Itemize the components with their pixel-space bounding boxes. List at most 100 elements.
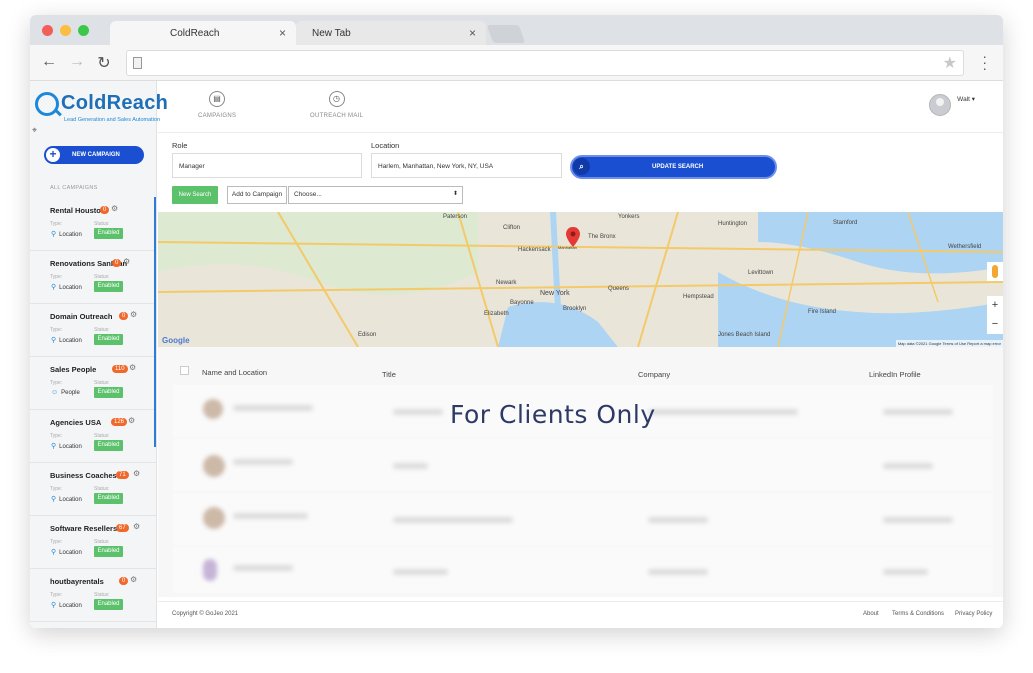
- column-header[interactable]: Name and Location: [202, 368, 267, 377]
- campaign-item[interactable]: Software Resellers 67 ⚙ Type: Status: ⚲ Locati…: [30, 516, 157, 569]
- campaign-item[interactable]: Rental Houston 0 ⚙ Type: Status: ⚲ Location Ena…: [30, 198, 157, 251]
- campaign-count-badge: 110: [112, 365, 128, 373]
- gear-icon[interactable]: ⚙: [111, 204, 118, 213]
- table-row[interactable]: [173, 439, 993, 491]
- status-badge[interactable]: Enabled: [94, 440, 123, 451]
- campaign-item[interactable]: Sales People 110 ⚙ Type: Status: ☺ People Enabl…: [30, 357, 157, 410]
- maximize-window-button[interactable]: [78, 25, 89, 36]
- campaign-type: ⚲ Location: [51, 283, 82, 291]
- status-badge[interactable]: Enabled: [94, 334, 123, 345]
- redacted-text: [648, 517, 708, 523]
- watermark-text: For Clients Only: [450, 400, 656, 429]
- gear-icon[interactable]: ⚙: [133, 469, 140, 478]
- nav-campaigns[interactable]: ▤ CAMPAIGNS: [198, 91, 236, 119]
- avatar: [203, 455, 225, 477]
- address-bar[interactable]: ★: [126, 50, 964, 76]
- campaign-type-label: People: [61, 390, 80, 396]
- column-header[interactable]: Company: [638, 370, 670, 379]
- campaign-type: ☺ People: [51, 389, 80, 396]
- column-header[interactable]: LinkedIn Profile: [869, 370, 921, 379]
- avatar[interactable]: [929, 94, 951, 116]
- role-input[interactable]: Manager: [172, 153, 362, 178]
- campaign-type-label: Location: [59, 497, 82, 503]
- status-badge[interactable]: Enabled: [94, 599, 123, 610]
- redacted-text: [648, 409, 798, 415]
- bookmark-star-icon[interactable]: ★: [943, 53, 957, 73]
- close-window-button[interactable]: [42, 25, 53, 36]
- new-campaign-button[interactable]: + NEW CAMPAIGN: [44, 146, 144, 164]
- gear-icon[interactable]: ⚙: [123, 257, 130, 266]
- campaign-type: ⚲ Location: [51, 548, 82, 556]
- status-badge[interactable]: Enabled: [94, 387, 123, 398]
- footer-link-terms[interactable]: Terms & Conditions: [892, 611, 944, 617]
- nav-outreach-mail[interactable]: ◷ OUTREACH MAIL: [310, 91, 363, 119]
- status-label: Status:: [94, 539, 110, 545]
- type-label: Type:: [50, 433, 63, 439]
- campaign-item[interactable]: Renovations SanFran 0 ⚙ Type: Status: ⚲ Locati…: [30, 251, 157, 304]
- street-view-pegman-icon[interactable]: [987, 262, 1003, 281]
- table-row[interactable]: [173, 547, 993, 593]
- status-badge[interactable]: Enabled: [94, 228, 123, 239]
- gear-icon[interactable]: ⚙: [128, 416, 135, 425]
- sidebar: ColdReach Lead Generation and Sales Auto…: [30, 81, 168, 628]
- map-label: Yonkers: [618, 214, 640, 220]
- minimize-window-button[interactable]: [60, 25, 71, 36]
- sidebar-scrollbar[interactable]: [154, 197, 156, 447]
- add-to-campaign-button[interactable]: Add to Campaign: [227, 186, 287, 204]
- zoom-out-button[interactable]: −: [987, 315, 1003, 334]
- campaign-item[interactable]: Domain Outreach 0 ⚙ Type: Status: ⚲ Location En…: [30, 304, 157, 357]
- map-attribution[interactable]: Map data ©2021 Google Terms of Use Repor…: [895, 340, 1003, 347]
- map-label: Wethersfield: [948, 244, 982, 250]
- redacted-text: [233, 513, 308, 519]
- new-search-button[interactable]: New Search: [172, 186, 218, 204]
- table-row[interactable]: [173, 493, 993, 545]
- logo[interactable]: ColdReach Lead Generation and Sales Auto…: [33, 89, 168, 129]
- campaign-type-label: Location: [59, 444, 82, 450]
- location-input[interactable]: Harlem, Manhattan, New York, NY, USA: [371, 153, 562, 178]
- campaign-select[interactable]: Choose... ⬍: [288, 186, 463, 204]
- user-menu[interactable]: Walt ▾: [957, 95, 975, 103]
- footer-link-about[interactable]: About: [863, 611, 879, 617]
- status-label: Status:: [94, 327, 110, 333]
- status-badge[interactable]: Enabled: [94, 281, 123, 292]
- campaign-item[interactable]: Business Coaches 71 ⚙ Type: Status: ⚲ Location…: [30, 463, 157, 516]
- type-label: Type:: [50, 327, 63, 333]
- campaign-count-badge: 67: [116, 524, 129, 532]
- gear-icon[interactable]: ⚙: [130, 575, 137, 584]
- update-search-button[interactable]: ⌕ UPDATE SEARCH: [570, 155, 777, 179]
- logo-word: ColdReach: [61, 92, 169, 114]
- forward-arrow-icon[interactable]: →: [68, 53, 86, 71]
- column-header[interactable]: Title: [382, 370, 396, 379]
- gear-icon[interactable]: ⚙: [129, 363, 136, 372]
- tab-bar: ColdReach × New Tab ×: [30, 15, 1003, 45]
- zoom-in-button[interactable]: +: [987, 296, 1003, 315]
- browser-window: ColdReach × New Tab × ← → ↻ ★ · · · ColdRe…: [30, 15, 1003, 628]
- role-label: Role: [172, 141, 188, 150]
- map-label: Elizabeth: [484, 311, 509, 317]
- new-tab-button[interactable]: [486, 25, 526, 43]
- type-label: Type:: [50, 539, 63, 545]
- redacted-text: [883, 463, 933, 469]
- close-icon[interactable]: ×: [469, 26, 476, 40]
- redacted-text: [233, 405, 313, 411]
- tab-new-tab[interactable]: New Tab ×: [296, 21, 486, 45]
- map[interactable]: Clifton Newark New York Elizabeth Yonker…: [158, 212, 1003, 347]
- gear-icon[interactable]: ⚙: [133, 522, 140, 531]
- select-all-checkbox[interactable]: [180, 366, 189, 375]
- tab-coldreach[interactable]: ColdReach ×: [110, 21, 296, 45]
- update-search-label: UPDATE SEARCH: [652, 164, 704, 170]
- reload-icon[interactable]: ↻: [95, 53, 113, 73]
- gear-icon[interactable]: ⚙: [130, 310, 137, 319]
- status-badge[interactable]: Enabled: [94, 546, 123, 557]
- kebab-menu-icon[interactable]: · · ·: [982, 49, 987, 75]
- map-label: Fire Island: [808, 309, 837, 315]
- back-arrow-icon[interactable]: ←: [40, 53, 58, 71]
- campaign-item[interactable]: houtbayrentals 0 ⚙ Type: Status: ⚲ Location Ena…: [30, 569, 157, 622]
- location-pin-icon: ⚲: [51, 284, 57, 291]
- status-badge[interactable]: Enabled: [94, 493, 123, 504]
- campaign-item[interactable]: Agencies USA 126 ⚙ Type: Status: ⚲ Location Ena…: [30, 410, 157, 463]
- footer-link-privacy[interactable]: Privacy Policy: [955, 611, 992, 617]
- map-pin-icon[interactable]: [566, 227, 580, 247]
- close-icon[interactable]: ×: [279, 26, 286, 40]
- plus-icon: +: [46, 148, 60, 162]
